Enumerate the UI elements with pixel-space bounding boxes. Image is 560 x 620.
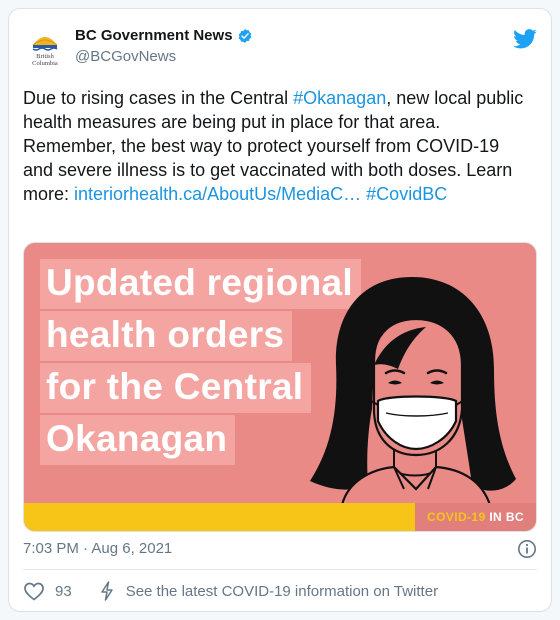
tweet-timestamp[interactable]: 7:03 PM · Aug 6, 2021 (23, 540, 172, 557)
verified-badge-icon (238, 28, 251, 43)
media-headline-line: for the Central (40, 363, 312, 413)
logo-text-top: British (36, 53, 54, 60)
media-headline-line: Okanagan (40, 415, 236, 465)
divider (23, 569, 537, 570)
author-name[interactable]: BC Government News (75, 27, 233, 44)
hashtag-okanagan[interactable]: #Okanagan (293, 88, 386, 108)
hashtag-covidbc[interactable]: #CovidBC (366, 184, 447, 204)
masked-woman-illustration (310, 277, 516, 505)
tweet-header: British Columbia BC Government News @BCG… (23, 23, 537, 73)
tweet-card: British Columbia BC Government News @BCG… (8, 8, 552, 612)
like-count[interactable]: 93 (55, 583, 72, 600)
bc-government-logo[interactable]: British Columbia (23, 25, 67, 69)
tweet-text: Due to rising cases in the Central #Okan… (23, 86, 533, 206)
tweet-text-part1: Due to rising cases in the Central (23, 88, 294, 108)
covid-in-bc-badge: COVID-19 IN BC (415, 503, 536, 531)
badge-in-bc-text: IN BC (485, 510, 524, 524)
interiorhealth-link[interactable]: interiorhealth.ca/AboutUs/MediaC… (74, 184, 361, 204)
heart-icon[interactable] (23, 581, 45, 601)
badge-covid-text: COVID-19 (427, 510, 486, 524)
info-icon[interactable] (517, 539, 537, 559)
covid-info-link[interactable]: See the latest COVID-19 information on T… (126, 583, 438, 600)
tweet-media-image[interactable]: Updated regional health orders for the C… (23, 242, 537, 532)
author-handle[interactable]: @BCGovNews (75, 48, 176, 65)
tweet-actions: 93 See the latest COVID-19 information o… (23, 580, 438, 602)
author-name-row: BC Government News (75, 27, 253, 44)
lightning-icon (100, 581, 113, 601)
media-headline-line: health orders (40, 311, 293, 361)
logo-text-bottom: Columbia (32, 60, 58, 67)
twitter-bird-icon[interactable] (513, 29, 537, 49)
